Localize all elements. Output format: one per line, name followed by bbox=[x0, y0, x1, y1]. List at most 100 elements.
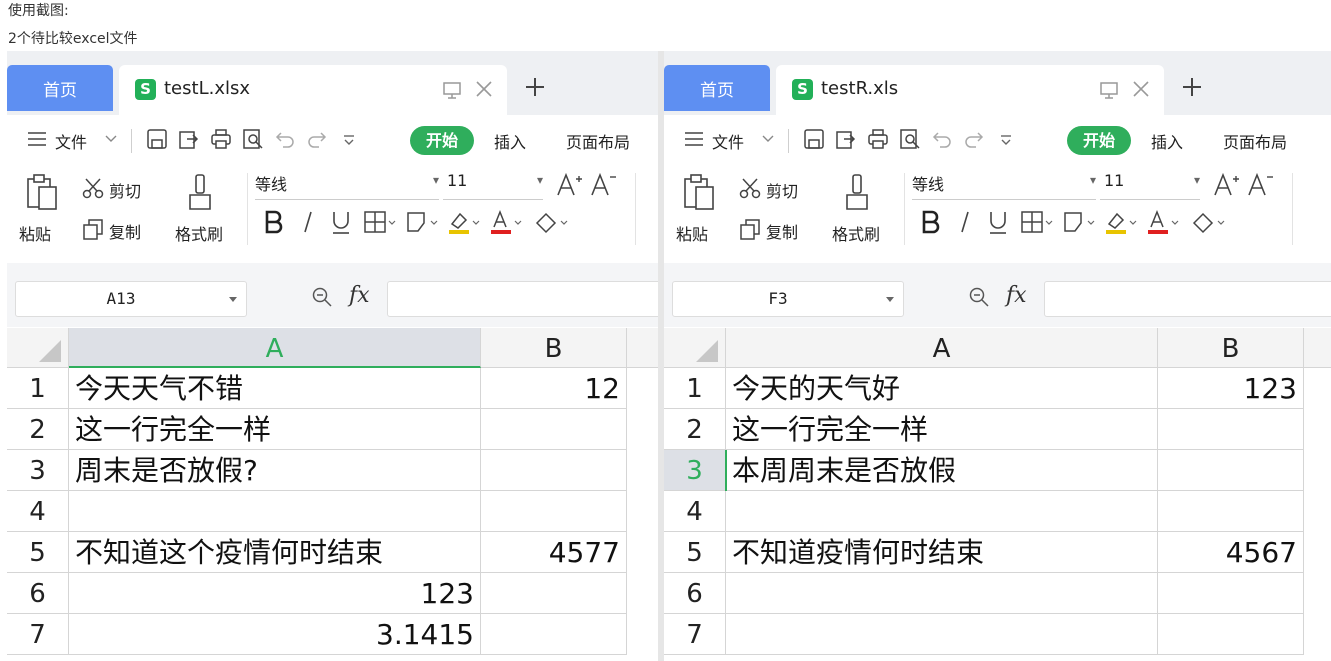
fill-icon[interactable] bbox=[405, 209, 441, 235]
chevron-down-icon[interactable] bbox=[103, 130, 119, 146]
column-header-c[interactable] bbox=[1304, 328, 1331, 368]
cell-a3[interactable]: 周末是否放假? bbox=[69, 450, 481, 491]
formula-input[interactable] bbox=[1044, 281, 1331, 317]
column-header-b[interactable]: B bbox=[1158, 328, 1304, 368]
undo-icon[interactable] bbox=[273, 127, 297, 151]
chevron-down-icon[interactable] bbox=[885, 294, 895, 304]
highlight-icon[interactable] bbox=[1104, 209, 1140, 235]
plus-icon[interactable] bbox=[523, 75, 547, 99]
cell-a5[interactable]: 不知道疫情何时结束 bbox=[726, 532, 1158, 573]
tab-start[interactable]: 开始 bbox=[410, 126, 474, 155]
cell-b3[interactable] bbox=[1158, 450, 1304, 491]
row-header[interactable]: 4 bbox=[7, 491, 69, 532]
print-preview-icon[interactable] bbox=[898, 127, 922, 151]
row-header[interactable]: 2 bbox=[664, 409, 726, 450]
cell-a7[interactable]: 3.1415 bbox=[69, 614, 481, 655]
cell-a1[interactable]: 今天天气不错 bbox=[69, 368, 481, 409]
save-icon[interactable] bbox=[802, 127, 826, 151]
cell-b4[interactable] bbox=[1158, 491, 1304, 532]
row-header[interactable]: 1 bbox=[664, 368, 726, 409]
zoom-icon[interactable] bbox=[968, 286, 990, 308]
format-painter-button[interactable]: 格式刷 bbox=[175, 221, 223, 245]
select-all-corner[interactable] bbox=[7, 328, 69, 368]
menu-lines-icon[interactable] bbox=[25, 127, 49, 151]
name-box[interactable]: F3 bbox=[672, 281, 904, 317]
row-header[interactable]: 6 bbox=[7, 573, 69, 614]
row-header[interactable]: 5 bbox=[664, 532, 726, 573]
cell-b7[interactable] bbox=[1158, 614, 1304, 655]
format-painter-icon[interactable] bbox=[844, 173, 870, 213]
cell-b1[interactable]: 12 bbox=[481, 368, 627, 409]
cell-b4[interactable] bbox=[481, 491, 627, 532]
formula-input[interactable] bbox=[387, 281, 658, 317]
more-icon[interactable] bbox=[994, 127, 1018, 151]
cell-a4[interactable] bbox=[726, 491, 1158, 532]
bold-icon[interactable] bbox=[919, 209, 943, 235]
file-tab[interactable]: S testR.xls bbox=[776, 65, 1164, 115]
font-color-icon[interactable] bbox=[489, 209, 525, 235]
print-preview-icon[interactable] bbox=[241, 127, 265, 151]
chevron-down-icon[interactable] bbox=[760, 130, 776, 146]
tab-page-layout[interactable]: 页面布局 bbox=[1223, 129, 1287, 153]
font-size-select[interactable]: 11 ▾ bbox=[1100, 171, 1200, 200]
cell-a3[interactable]: 本周周末是否放假 bbox=[726, 450, 1158, 491]
cell-b1[interactable]: 123 bbox=[1158, 368, 1304, 409]
column-header-b[interactable]: B bbox=[481, 328, 627, 368]
cell-b2[interactable] bbox=[481, 409, 627, 450]
menu-file[interactable]: 文件 bbox=[712, 129, 744, 153]
cell-a5[interactable]: 不知道这个疫情何时结束 bbox=[69, 532, 481, 573]
tab-page-layout[interactable]: 页面布局 bbox=[566, 129, 630, 153]
export-icon[interactable] bbox=[177, 127, 201, 151]
print-icon[interactable] bbox=[209, 127, 233, 151]
cell-a4[interactable] bbox=[69, 491, 481, 532]
close-icon[interactable] bbox=[1130, 78, 1152, 100]
menu-lines-icon[interactable] bbox=[682, 127, 706, 151]
fx-label[interactable]: fx bbox=[349, 283, 370, 308]
paste-icon[interactable] bbox=[25, 173, 59, 213]
name-box[interactable]: A13 bbox=[15, 281, 247, 317]
cell-b6[interactable] bbox=[1158, 573, 1304, 614]
column-header-c[interactable] bbox=[627, 328, 658, 368]
font-color-icon[interactable] bbox=[1146, 209, 1182, 235]
font-size-select[interactable]: 11 ▾ bbox=[443, 171, 543, 200]
undo-icon[interactable] bbox=[930, 127, 954, 151]
tab-start[interactable]: 开始 bbox=[1067, 126, 1131, 155]
export-icon[interactable] bbox=[834, 127, 858, 151]
row-header[interactable]: 7 bbox=[664, 614, 726, 655]
save-icon[interactable] bbox=[145, 127, 169, 151]
font-decrease-icon[interactable] bbox=[589, 171, 617, 199]
underline-icon[interactable] bbox=[986, 209, 1010, 235]
row-header[interactable]: 3 bbox=[7, 450, 69, 491]
italic-icon[interactable] bbox=[954, 209, 976, 235]
menu-file[interactable]: 文件 bbox=[55, 129, 87, 153]
cut-button[interactable]: 剪切 bbox=[109, 178, 141, 202]
monitor-icon[interactable] bbox=[1098, 79, 1120, 101]
plus-icon[interactable] bbox=[1180, 75, 1204, 99]
more-icon[interactable] bbox=[337, 127, 361, 151]
copy-button[interactable]: 复制 bbox=[766, 219, 798, 243]
print-icon[interactable] bbox=[866, 127, 890, 151]
tab-insert[interactable]: 插入 bbox=[1151, 129, 1183, 153]
scissors-icon[interactable] bbox=[81, 176, 105, 200]
row-header[interactable]: 7 bbox=[7, 614, 69, 655]
fill-icon[interactable] bbox=[1062, 209, 1098, 235]
font-increase-icon[interactable] bbox=[555, 171, 583, 199]
paste-button[interactable]: 粘贴 bbox=[676, 221, 708, 245]
redo-icon[interactable] bbox=[962, 127, 986, 151]
highlight-icon[interactable] bbox=[447, 209, 483, 235]
column-header-a[interactable]: A bbox=[69, 328, 481, 368]
row-header[interactable]: 6 bbox=[664, 573, 726, 614]
cell-a7[interactable] bbox=[726, 614, 1158, 655]
cell-b2[interactable] bbox=[1158, 409, 1304, 450]
format-painter-icon[interactable] bbox=[187, 173, 213, 213]
fx-label[interactable]: fx bbox=[1006, 283, 1027, 308]
cell-b5[interactable]: 4567 bbox=[1158, 532, 1304, 573]
cell-b6[interactable] bbox=[481, 573, 627, 614]
home-tab[interactable]: 首页 bbox=[7, 65, 113, 111]
font-decrease-icon[interactable] bbox=[1246, 171, 1274, 199]
zoom-icon[interactable] bbox=[311, 286, 333, 308]
cell-a2[interactable]: 这一行完全一样 bbox=[69, 409, 481, 450]
row-header-selected[interactable]: 3 bbox=[664, 450, 726, 491]
font-name-select[interactable]: 等线 ▾ bbox=[912, 171, 1096, 200]
tab-insert[interactable]: 插入 bbox=[494, 129, 526, 153]
